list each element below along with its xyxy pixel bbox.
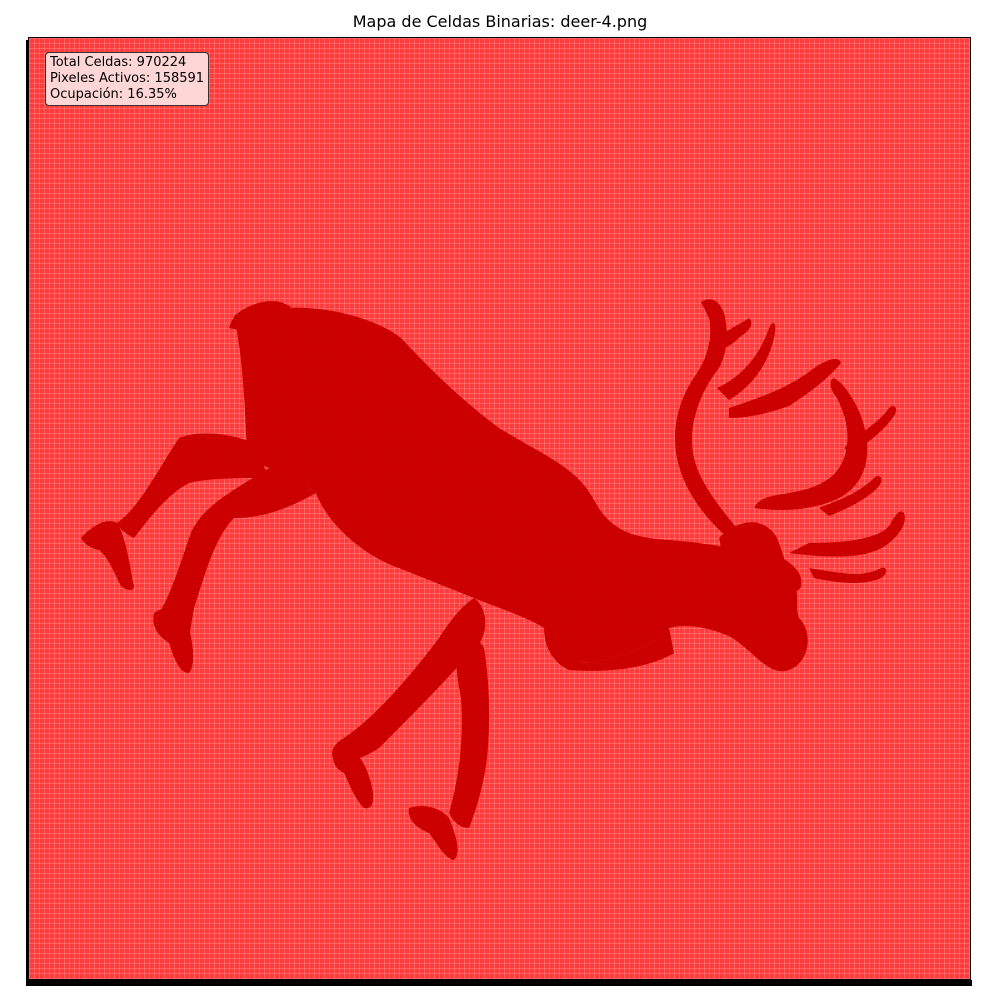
binary-cell-map	[28, 37, 971, 980]
stats-box: Total Celdas: 970224 Pixeles Activos: 15…	[45, 52, 210, 106]
active-pixels-label: Pixeles Activos: 158591	[50, 71, 205, 86]
active-grid-lines	[29, 38, 970, 979]
chart-title: Mapa de Celdas Binarias: deer-4.png	[352, 12, 648, 31]
occupancy-label: Ocupación: 16.35%	[50, 87, 177, 102]
total-cells-label: Total Celdas: 970224	[50, 55, 187, 70]
cell-map-svg	[29, 38, 970, 979]
plot-frame-bottom-edge	[26, 980, 972, 986]
